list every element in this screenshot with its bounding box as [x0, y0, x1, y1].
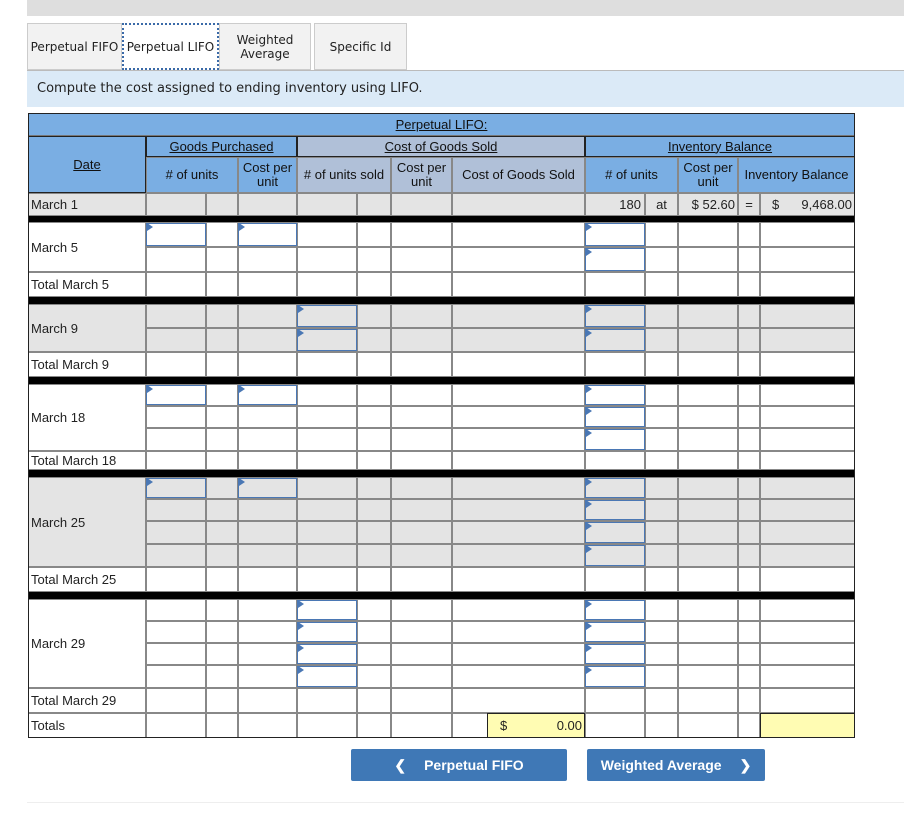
prev-label: Perpetual FIFO: [424, 757, 524, 773]
prev-perpetual-fifo-button[interactable]: ❮ Perpetual FIFO: [351, 749, 567, 781]
table-outline: [28, 113, 855, 738]
chevron-right-icon: ❯: [739, 756, 752, 773]
top-bar: [27, 0, 904, 16]
tab-perpetual-fifo[interactable]: Perpetual FIFO: [27, 23, 122, 70]
chevron-left-icon: ❮: [394, 756, 407, 773]
tab-specific-id[interactable]: Specific Id: [314, 23, 407, 70]
next-weighted-average-button[interactable]: Weighted Average ❯: [587, 749, 765, 781]
instruction: Compute the cost assigned to ending inve…: [27, 71, 904, 107]
tab-weighted-average[interactable]: Weighted Average: [219, 23, 311, 70]
tab-perpetual-lifo[interactable]: Perpetual LIFO: [122, 23, 219, 70]
footer-divider: [27, 802, 904, 803]
next-label: Weighted Average: [600, 757, 722, 773]
